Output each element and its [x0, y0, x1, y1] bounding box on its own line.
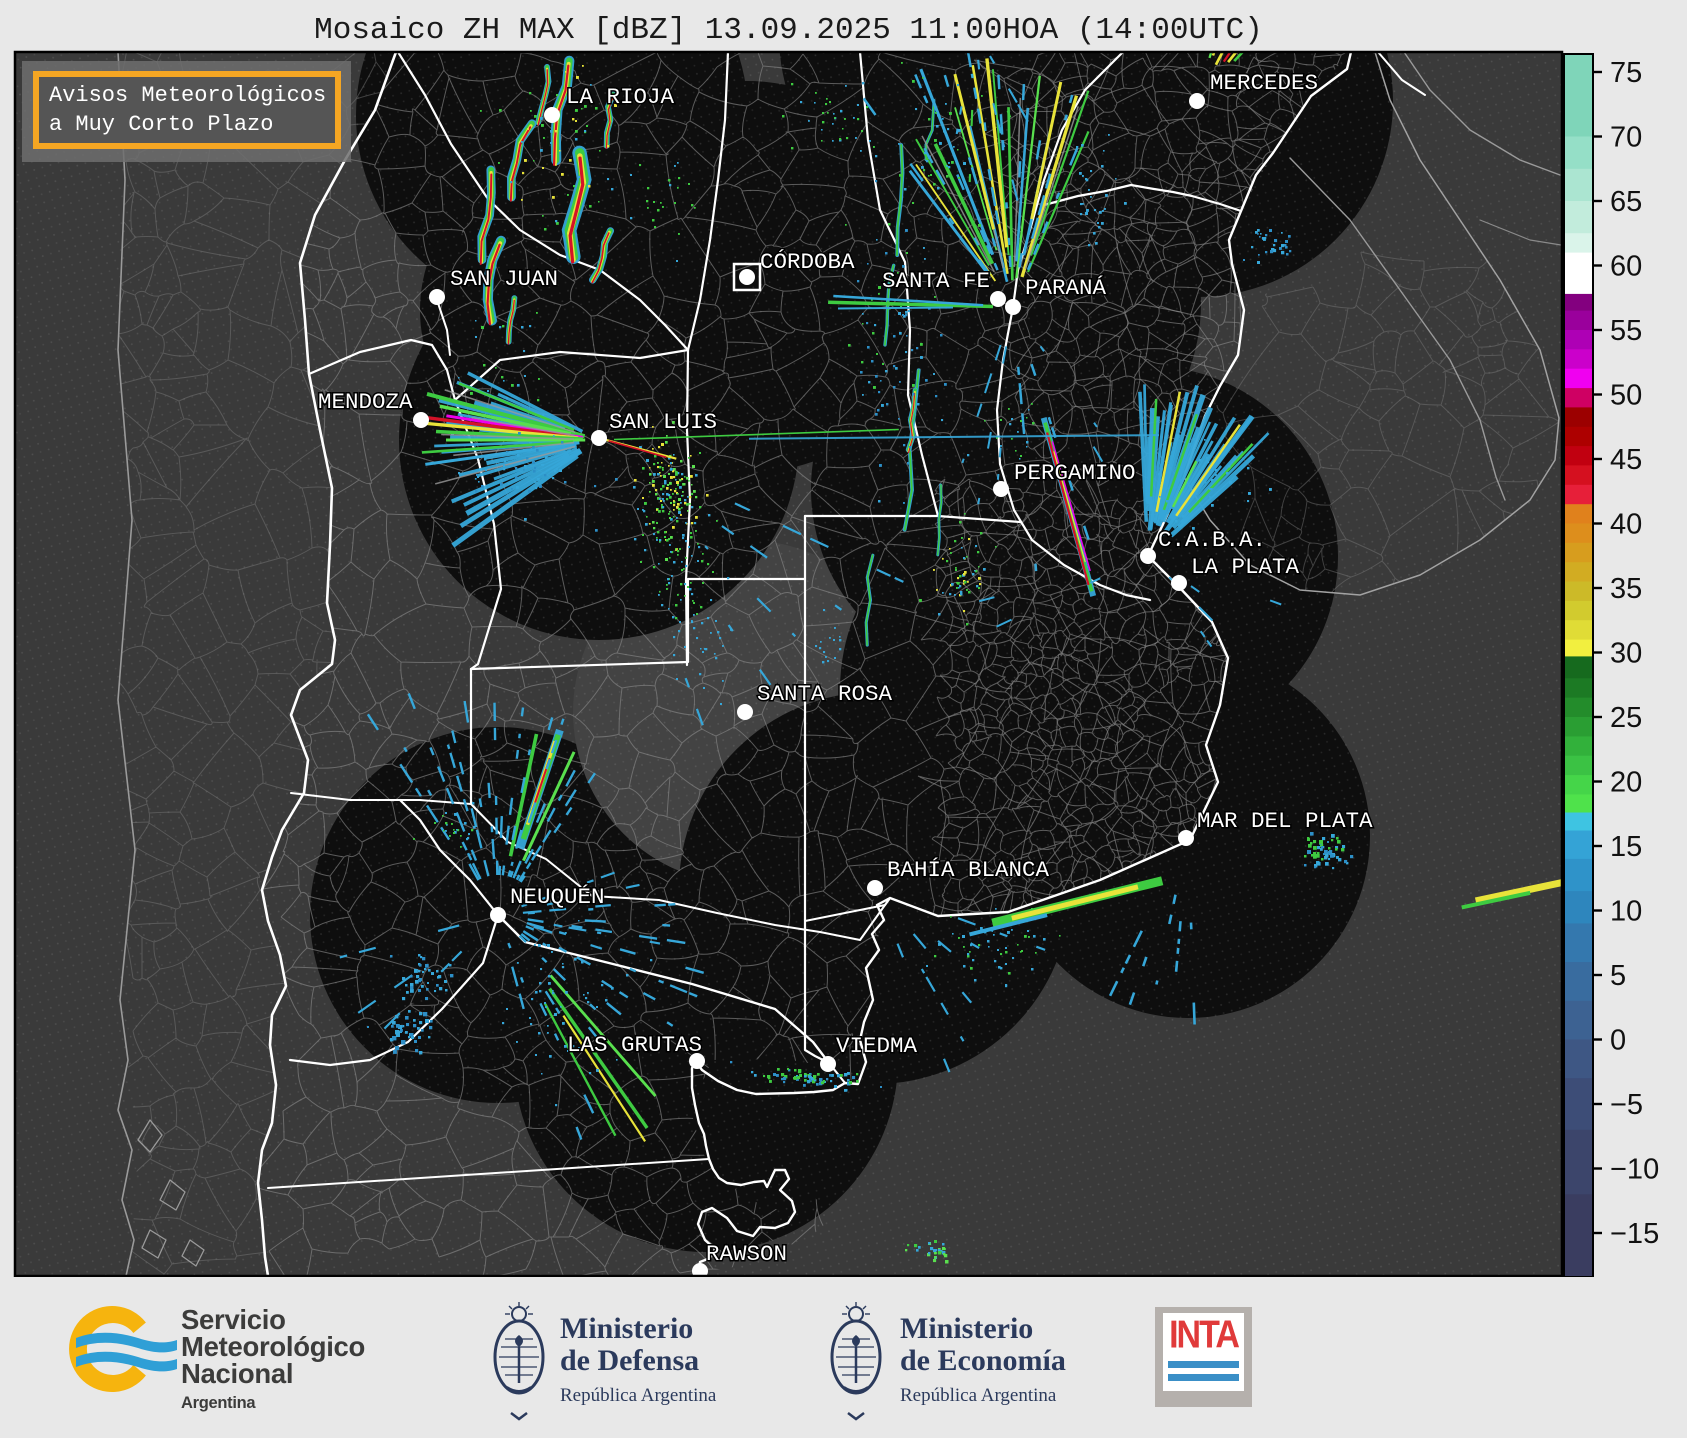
svg-text:C.A.B.A.: C.A.B.A.: [1158, 527, 1266, 553]
svg-text:BAHÍA BLANCA: BAHÍA BLANCA: [887, 857, 1050, 883]
svg-text:0: 0: [1610, 1025, 1626, 1057]
svg-text:15: 15: [1610, 831, 1642, 863]
svg-text:MERCEDES: MERCEDES: [1210, 70, 1318, 96]
svg-text:VIEDMA: VIEDMA: [836, 1033, 918, 1059]
svg-text:PARANÁ: PARANÁ: [1025, 275, 1107, 301]
svg-text:PERGAMINO: PERGAMINO: [1014, 460, 1136, 486]
svg-text:SAN JUAN: SAN JUAN: [450, 266, 558, 292]
svg-text:55: 55: [1610, 315, 1642, 347]
svg-text:40: 40: [1610, 509, 1642, 541]
svg-text:45: 45: [1610, 444, 1642, 476]
svg-text:30: 30: [1610, 638, 1642, 670]
svg-text:SANTA ROSA: SANTA ROSA: [757, 681, 893, 707]
svg-text:75: 75: [1610, 57, 1642, 89]
svg-text:70: 70: [1610, 122, 1642, 154]
svg-text:−5: −5: [1610, 1089, 1643, 1121]
svg-text:MENDOZA: MENDOZA: [318, 389, 413, 415]
svg-text:60: 60: [1610, 251, 1642, 283]
svg-text:−10: −10: [1610, 1154, 1659, 1186]
svg-text:LA PLATA: LA PLATA: [1191, 554, 1300, 580]
svg-text:−15: −15: [1610, 1218, 1659, 1250]
svg-text:5: 5: [1610, 960, 1626, 992]
svg-text:65: 65: [1610, 186, 1642, 218]
svg-text:MAR DEL PLATA: MAR DEL PLATA: [1197, 808, 1373, 834]
svg-text:35: 35: [1610, 573, 1642, 605]
svg-text:SANTA FE: SANTA FE: [882, 268, 990, 294]
svg-text:RAWSON: RAWSON: [706, 1241, 787, 1267]
svg-text:20: 20: [1610, 767, 1642, 799]
svg-text:10: 10: [1610, 896, 1642, 928]
svg-text:LAS GRUTAS: LAS GRUTAS: [567, 1032, 702, 1058]
svg-text:25: 25: [1610, 702, 1642, 734]
svg-text:LA RIOJA: LA RIOJA: [566, 84, 675, 110]
svg-text:NEUQUÉN: NEUQUÉN: [510, 884, 605, 910]
svg-text:50: 50: [1610, 380, 1642, 412]
svg-text:CÓRDOBA: CÓRDOBA: [760, 249, 855, 275]
svg-text:SAN LUIS: SAN LUIS: [609, 409, 717, 435]
